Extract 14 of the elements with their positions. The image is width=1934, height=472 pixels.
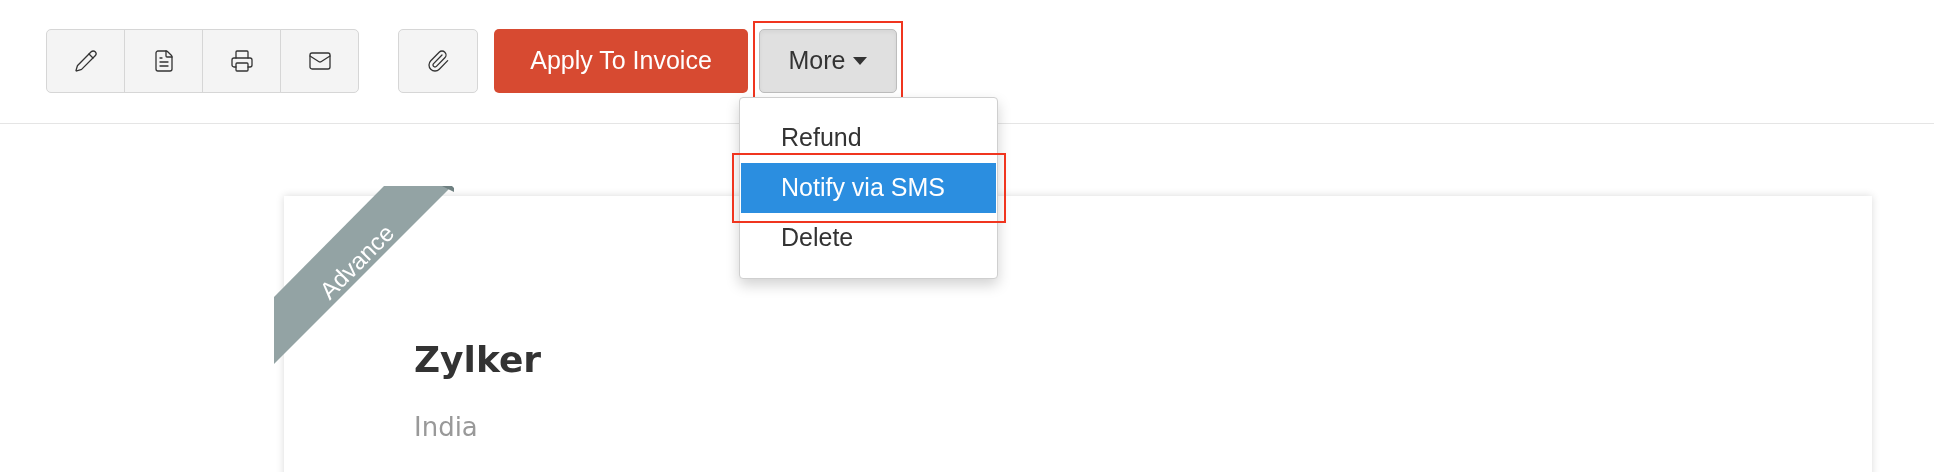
pencil-icon: [73, 48, 98, 73]
toolbar-button[interactable]: [280, 28, 359, 93]
toolbar-button[interactable]: [124, 28, 203, 93]
attach-button[interactable]: [398, 28, 478, 93]
menu-item[interactable]: Refund: [741, 113, 996, 163]
apply-to-invoice-button[interactable]: Apply To Invoice: [494, 28, 748, 93]
menu-item[interactable]: Delete: [741, 213, 996, 263]
paperclip-icon: [426, 48, 450, 73]
customer-country: India: [414, 411, 479, 444]
customer-name: Zylker: [414, 338, 543, 382]
more-button[interactable]: More: [759, 28, 897, 93]
caret-icon: [853, 56, 868, 65]
toolbar-button[interactable]: [202, 28, 281, 93]
printer-icon: [229, 48, 254, 73]
